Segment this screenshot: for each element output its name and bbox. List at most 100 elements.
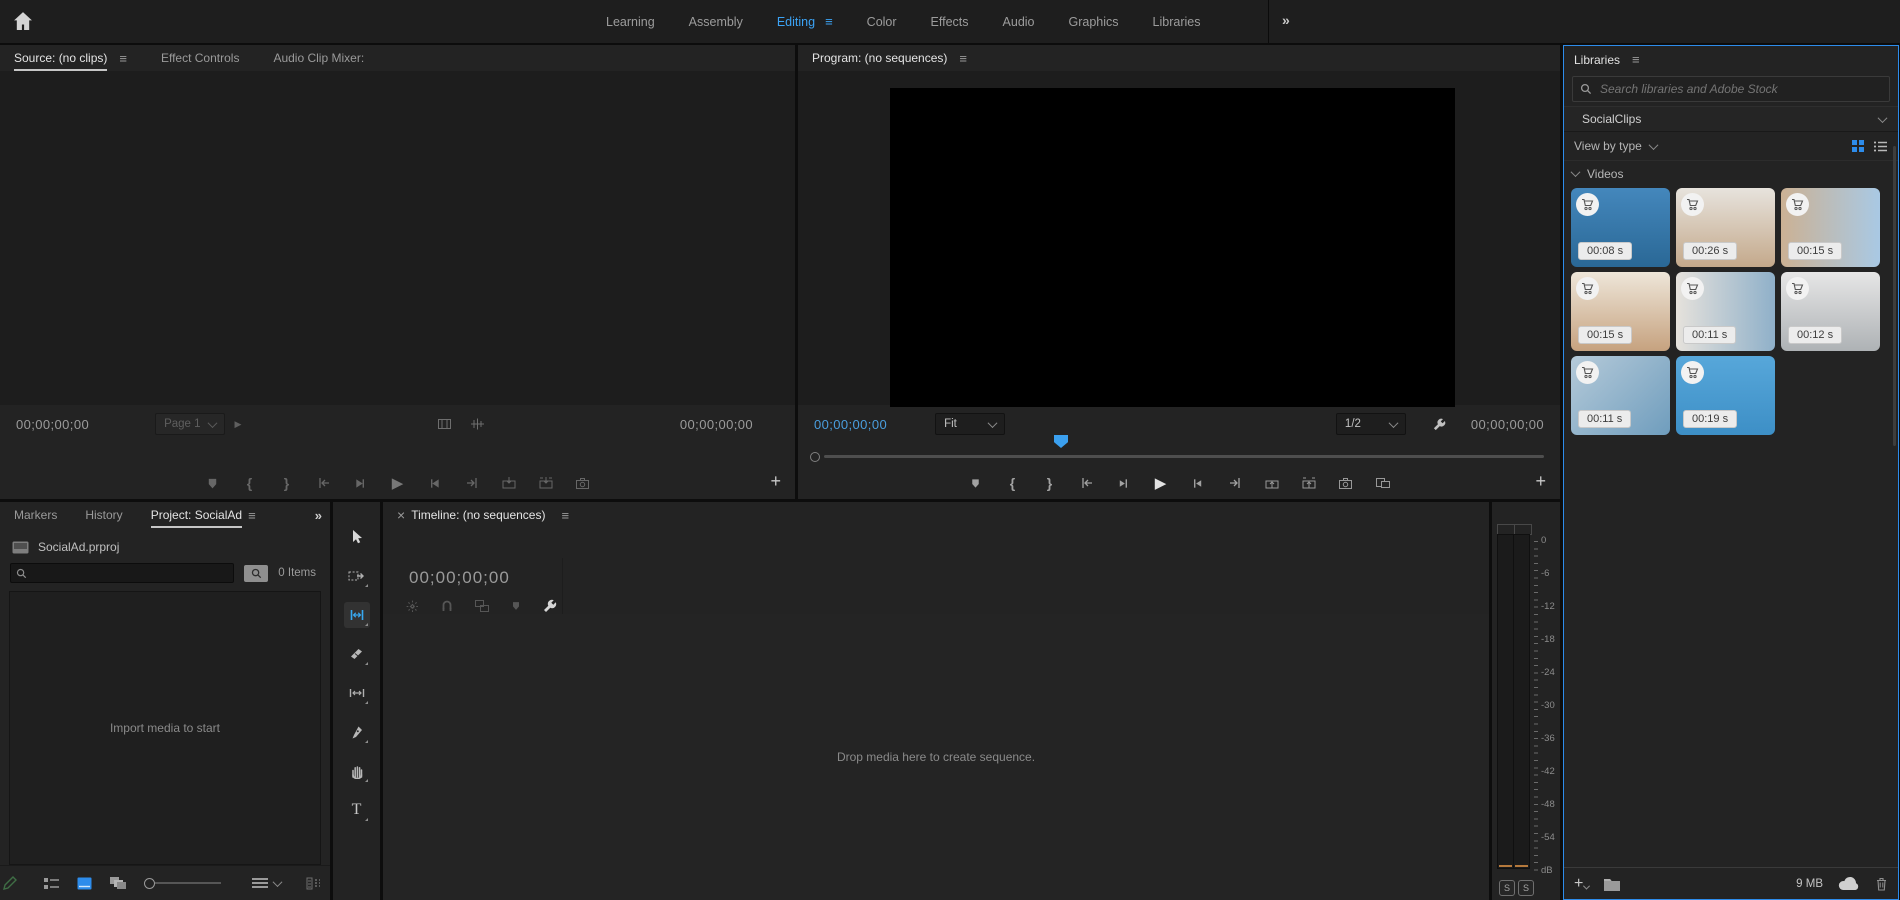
- grid-view-icon[interactable]: [1851, 139, 1865, 153]
- home-icon[interactable]: [12, 10, 34, 32]
- step-forward-icon[interactable]: [427, 477, 443, 490]
- step-back-icon[interactable]: [353, 477, 369, 490]
- scrubber-track[interactable]: [824, 455, 1544, 458]
- program-panel-menu-icon[interactable]: ≡: [959, 51, 967, 66]
- timeline-timecode[interactable]: 00;00;00;00: [409, 568, 510, 588]
- view-by-type-label[interactable]: View by type: [1574, 139, 1642, 153]
- drag-video-icon[interactable]: [437, 417, 452, 431]
- tab-timeline[interactable]: Timeline: (no sequences): [411, 508, 545, 522]
- libraries-panel-menu-icon[interactable]: ≡: [1632, 52, 1640, 67]
- button-editor-icon[interactable]: +: [770, 472, 781, 490]
- video-card[interactable]: 00:11 s: [1676, 272, 1775, 351]
- videos-section-header[interactable]: Videos: [1564, 160, 1898, 186]
- project-panel-menu-icon[interactable]: ≡: [248, 508, 256, 523]
- libraries-search-input[interactable]: [1598, 81, 1882, 97]
- tab-editing[interactable]: Editing: [777, 15, 815, 29]
- stock-cart-icon[interactable]: [1576, 361, 1599, 384]
- tab-audio[interactable]: Audio: [1003, 15, 1035, 29]
- program-settings-wrench-icon[interactable]: [1432, 417, 1447, 432]
- razor-tool[interactable]: [344, 641, 370, 667]
- type-tool[interactable]: T: [344, 797, 370, 823]
- tab-libraries-panel[interactable]: Libraries: [1574, 53, 1620, 67]
- step-back-icon[interactable]: [1116, 477, 1132, 490]
- tab-history[interactable]: History: [85, 508, 122, 522]
- source-scrubber[interactable]: [0, 443, 795, 467]
- pen-tool[interactable]: [344, 719, 370, 745]
- snap-icon[interactable]: [440, 599, 454, 613]
- comparison-view-icon[interactable]: [1375, 476, 1391, 490]
- export-frame-icon[interactable]: [575, 477, 591, 490]
- ripple-edit-tool[interactable]: [344, 602, 370, 628]
- video-card[interactable]: 00:15 s: [1571, 272, 1670, 351]
- sort-icon[interactable]: [252, 876, 281, 890]
- close-panel-icon[interactable]: ×: [397, 507, 405, 523]
- tab-learning[interactable]: Learning: [606, 15, 655, 29]
- find-button[interactable]: [244, 565, 268, 582]
- tab-program[interactable]: Program: (no sequences): [812, 51, 947, 65]
- go-to-in-icon[interactable]: [316, 476, 332, 490]
- mark-out-icon[interactable]: }: [1042, 475, 1058, 491]
- hand-tool[interactable]: [344, 758, 370, 784]
- insert-icon[interactable]: [501, 476, 517, 490]
- button-editor-icon[interactable]: +: [1535, 472, 1546, 490]
- video-card[interactable]: 00:19 s: [1676, 356, 1775, 435]
- stock-cart-icon[interactable]: [1786, 277, 1809, 300]
- drag-audio-icon[interactable]: [470, 417, 485, 431]
- editing-tab-menu-icon[interactable]: ≡: [825, 14, 833, 29]
- nest-sequences-icon[interactable]: [405, 599, 420, 614]
- chevron-down-icon[interactable]: [1648, 140, 1658, 150]
- delete-trash-icon[interactable]: [1875, 877, 1888, 891]
- add-marker-icon[interactable]: [968, 477, 984, 490]
- video-card[interactable]: 00:12 s: [1781, 272, 1880, 351]
- freeform-view-icon[interactable]: [109, 876, 127, 890]
- linked-selection-icon[interactable]: [474, 599, 490, 613]
- add-marker-icon[interactable]: [205, 477, 221, 490]
- new-library-folder-icon[interactable]: [1603, 877, 1621, 891]
- zoom-slider-knob[interactable]: [144, 878, 155, 889]
- tab-effect-controls[interactable]: Effect Controls: [161, 51, 239, 65]
- solo-right-button[interactable]: S: [1518, 880, 1534, 896]
- stock-cart-icon[interactable]: [1681, 277, 1704, 300]
- tab-libraries[interactable]: Libraries: [1153, 15, 1201, 29]
- timeline-marker-icon[interactable]: [510, 600, 522, 612]
- program-zoom-select[interactable]: Fit: [935, 413, 1005, 435]
- step-forward-icon[interactable]: [1190, 477, 1206, 490]
- lift-icon[interactable]: [1264, 476, 1280, 490]
- mark-in-icon[interactable]: {: [1005, 475, 1021, 491]
- stock-cart-icon[interactable]: [1576, 193, 1599, 216]
- project-file-row[interactable]: SocialAd.prproj: [0, 534, 330, 560]
- go-to-out-icon[interactable]: [1227, 476, 1243, 490]
- go-to-out-icon[interactable]: [464, 476, 480, 490]
- tab-color[interactable]: Color: [867, 15, 897, 29]
- go-to-in-icon[interactable]: [1079, 476, 1095, 490]
- program-scrubber[interactable]: [798, 443, 1560, 467]
- tab-project[interactable]: Project: SocialAd: [151, 508, 242, 522]
- timeline-settings-wrench-icon[interactable]: [542, 598, 558, 614]
- video-card[interactable]: 00:11 s: [1571, 356, 1670, 435]
- workspace-overflow-icon[interactable]: »: [1282, 12, 1291, 28]
- slip-tool[interactable]: [344, 680, 370, 706]
- solo-left-button[interactable]: S: [1499, 880, 1515, 896]
- automate-to-sequence-icon[interactable]: [306, 877, 323, 890]
- libraries-scrollbar[interactable]: [1893, 146, 1896, 446]
- cloud-sync-icon[interactable]: [1837, 876, 1861, 891]
- source-page-select[interactable]: Page 1: [155, 413, 224, 435]
- list-view-icon[interactable]: [43, 877, 60, 890]
- source-panel-menu-icon[interactable]: ≡: [119, 51, 127, 66]
- play-icon[interactable]: ▶: [390, 476, 406, 491]
- project-bin-area[interactable]: Import media to start: [9, 591, 321, 865]
- tab-assembly[interactable]: Assembly: [689, 15, 743, 29]
- playhead-marker[interactable]: [1054, 435, 1068, 448]
- list-view-icon[interactable]: [1873, 140, 1888, 153]
- mark-out-icon[interactable]: }: [279, 475, 295, 491]
- zoom-slider[interactable]: [144, 878, 221, 889]
- stock-cart-icon[interactable]: [1681, 193, 1704, 216]
- tab-audio-clip-mixer[interactable]: Audio Clip Mixer:: [273, 51, 364, 65]
- video-card[interactable]: 00:26 s: [1676, 188, 1775, 267]
- project-search-input[interactable]: [10, 563, 234, 583]
- mark-in-icon[interactable]: {: [242, 475, 258, 491]
- video-card[interactable]: 00:08 s: [1571, 188, 1670, 267]
- track-select-forward-tool[interactable]: [344, 563, 370, 589]
- play-icon[interactable]: ▶: [1153, 476, 1169, 491]
- tab-graphics[interactable]: Graphics: [1069, 15, 1119, 29]
